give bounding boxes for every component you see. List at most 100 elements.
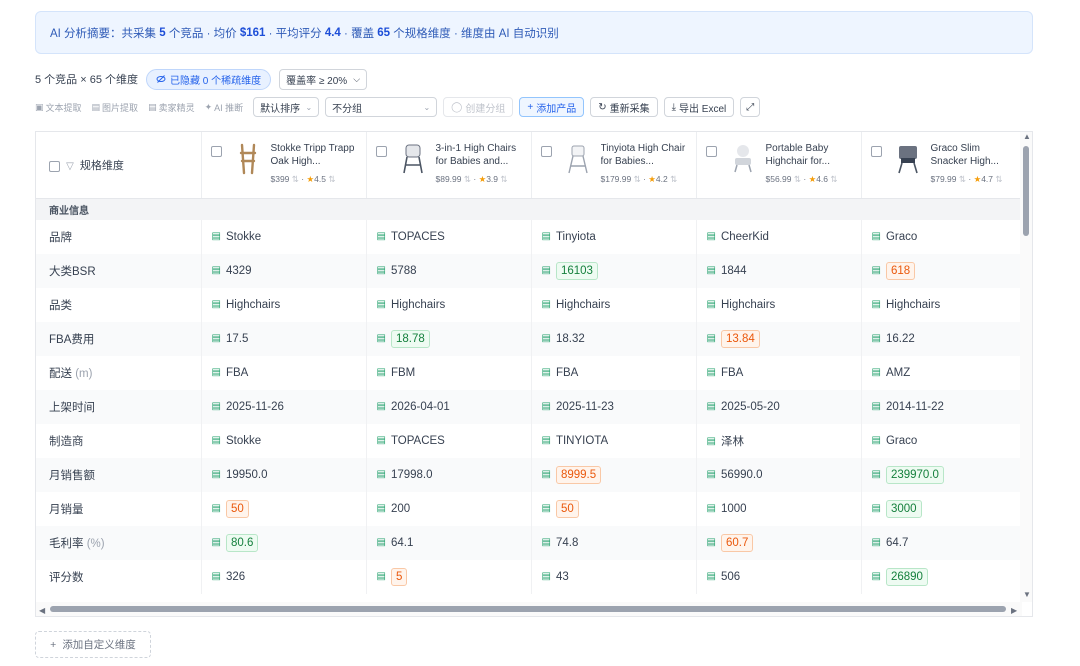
sort-select[interactable]: 默认排序 ⌄ <box>253 97 320 117</box>
value-cell[interactable]: ▤ 2025-11-26 <box>201 389 367 424</box>
value-cell[interactable]: ▤ 74.8 <box>531 525 697 560</box>
value-cell[interactable]: ▤ 16.22 <box>861 321 1023 356</box>
sort-arrows-icon[interactable]: ⇅ <box>634 174 641 184</box>
product-name[interactable]: Stokke Tripp Trapp Oak High... <box>271 142 359 168</box>
value-cell[interactable]: ▤ Graco <box>861 219 1023 254</box>
value-cell[interactable]: ▤ 618 <box>861 253 1023 288</box>
value-cell[interactable]: ▤ 50 <box>531 491 697 526</box>
product-checkbox[interactable] <box>870 146 882 157</box>
value-cell[interactable]: ▤ Highchairs <box>531 287 697 322</box>
value-cell[interactable]: ▤ TINYIOTA <box>531 423 697 458</box>
sort-arrows-icon[interactable]: ⇅ <box>995 174 1002 184</box>
value-cell[interactable]: ▤ 1000 <box>696 491 862 526</box>
value-cell[interactable]: ▤ 18.32 <box>531 321 697 356</box>
value-cell[interactable]: ▤ 3000 <box>861 491 1023 526</box>
value-cell[interactable]: ▤ 17.5 <box>201 321 367 356</box>
sort-arrows-icon[interactable]: ⇅ <box>328 174 335 184</box>
value-cell[interactable]: ▤ 506 <box>696 559 862 594</box>
horizontal-scrollbar-thumb[interactable] <box>50 606 1006 612</box>
value-cell[interactable]: ▤ 2025-11-23 <box>531 389 697 424</box>
value-cell[interactable]: ▤ 50 <box>201 491 367 526</box>
export-excel-button[interactable]: ⤓ 导出 Excel <box>663 97 735 117</box>
product-name[interactable]: Portable Baby Highchair for... <box>766 142 854 168</box>
sort-arrows-icon[interactable]: ⇅ <box>830 174 837 184</box>
product-name[interactable]: Graco Slim Snacker High... <box>931 142 1019 168</box>
value-cell[interactable]: ▤ 64.7 <box>861 525 1023 560</box>
value-cell[interactable]: ▤ 2025-05-20 <box>696 389 862 424</box>
scroll-up-icon[interactable]: ▲ <box>1023 132 1031 141</box>
value-cell[interactable]: ▤ 4329 <box>201 253 367 288</box>
value-cell[interactable]: ▤ 泽林 <box>696 423 862 458</box>
product-meta: $89.99 ⇅ · ★3.9 ⇅ <box>435 174 508 184</box>
product-checkbox[interactable] <box>210 146 222 157</box>
value-cell[interactable]: ▤ TOPACES <box>366 219 532 254</box>
value-cell[interactable]: ▤ FBA <box>696 355 862 390</box>
value-cell[interactable]: ▤ 16103 <box>531 253 697 288</box>
value-cell[interactable]: ▤ 5 <box>366 559 532 594</box>
value-cell[interactable]: ▤ CheerKid <box>696 219 862 254</box>
value-cell[interactable]: ▤ 13.84 <box>696 321 862 356</box>
value-cell[interactable]: ▤ 2026-04-01 <box>366 389 532 424</box>
hidden-sparse-toggle[interactable]: 已隐藏 0 个稀疏维度 <box>146 68 272 90</box>
value-cell[interactable]: ▤ 19950.0 <box>201 457 367 492</box>
value-cell[interactable]: ▤ Highchairs <box>861 287 1023 322</box>
cell-value: Highchairs <box>225 298 281 311</box>
product-name[interactable]: 3-in-1 High Chairs for Babies and... <box>436 142 524 168</box>
sort-arrows-icon[interactable]: ⇅ <box>670 174 677 184</box>
recollect-button[interactable]: ↻ 重新采集 <box>590 97 658 117</box>
value-cell[interactable]: ▤ 26890 <box>861 559 1023 594</box>
scroll-down-icon[interactable]: ▼ <box>1023 590 1031 599</box>
scroll-left-icon[interactable]: ◀ <box>39 606 45 615</box>
value-cell[interactable]: ▤ 2014-11-22 <box>861 389 1023 424</box>
value-cell[interactable]: ▤ 17998.0 <box>366 457 532 492</box>
value-cell[interactable]: ▤ Highchairs <box>366 287 532 322</box>
group-select[interactable]: 不分组 ⌄ <box>325 97 438 117</box>
value-cell[interactable]: ▤ FBA <box>531 355 697 390</box>
value-cell[interactable]: ▤ AMZ <box>861 355 1023 390</box>
toolbar-primary: 5 个竞品 × 65 个维度 已隐藏 0 个稀疏维度 覆盖率 ≥ 20% ⌵ <box>35 68 368 90</box>
vertical-scrollbar-track[interactable]: ▲ ▼ <box>1020 132 1032 602</box>
product-checkbox[interactable] <box>540 146 552 157</box>
value-cell[interactable]: ▤ 60.7 <box>696 525 862 560</box>
add-product-button[interactable]: + 添加产品 <box>519 97 585 117</box>
value-cell[interactable]: ▤ Stokke <box>201 219 367 254</box>
value-cell[interactable]: ▤ 1844 <box>696 253 862 288</box>
sort-arrows-icon[interactable]: ⇅ <box>794 174 801 184</box>
value-cell[interactable]: ▤ 18.78 <box>366 321 532 356</box>
value-cell[interactable]: ▤ Tinyiota <box>531 219 697 254</box>
value-cell[interactable]: ▤ 80.6 <box>201 525 367 560</box>
value-cell[interactable]: ▤ Graco <box>861 423 1023 458</box>
create-group-button[interactable]: ◯ 创建分组 <box>443 97 514 117</box>
value-cell[interactable]: ▤ FBA <box>201 355 367 390</box>
value-cell[interactable]: ▤ Stokke <box>201 423 367 458</box>
product-checkbox[interactable] <box>705 146 717 157</box>
sort-arrows-icon[interactable]: ⇅ <box>292 174 299 184</box>
sort-arrows-icon[interactable]: ⇅ <box>500 174 507 184</box>
value-cell[interactable]: ▤ 64.1 <box>366 525 532 560</box>
value-cell[interactable]: ▤ Highchairs <box>696 287 862 322</box>
vertical-scrollbar-thumb[interactable] <box>1023 146 1029 236</box>
value-cell[interactable]: ▤ 8999.5 <box>531 457 697 492</box>
value-cell[interactable]: ▤ 200 <box>366 491 532 526</box>
value-cell[interactable]: ▤ Highchairs <box>201 287 367 322</box>
value-cell[interactable]: ▤ 326 <box>201 559 367 594</box>
select-all-checkbox[interactable] <box>49 160 60 172</box>
fullscreen-button[interactable]: ⤢ <box>740 97 761 117</box>
value-cell[interactable]: ▤ FBM <box>366 355 532 390</box>
add-custom-dimension-button[interactable]: + 添加自定义维度 <box>35 631 151 658</box>
source-icon: ▤ <box>706 468 716 480</box>
value-cell[interactable]: ▤ 239970.0 <box>861 457 1023 492</box>
coverage-select[interactable]: 覆盖率 ≥ 20% ⌵ <box>279 68 368 90</box>
value-cell[interactable]: ▤ 43 <box>531 559 697 594</box>
summary-prefix: AI 分析摘要：共采集 <box>50 27 157 40</box>
filter-icon[interactable]: ▽ <box>66 161 74 172</box>
product-name[interactable]: Tinyiota High Chair for Babies... <box>601 142 689 168</box>
product-checkbox[interactable] <box>375 146 387 157</box>
value-cell[interactable]: ▤ 5788 <box>366 253 532 288</box>
sort-arrows-icon[interactable]: ⇅ <box>959 174 966 184</box>
scroll-right-icon[interactable]: ▶ <box>1011 606 1017 615</box>
value-cell[interactable]: ▤ TOPACES <box>366 423 532 458</box>
value-cell[interactable]: ▤ 56990.0 <box>696 457 862 492</box>
horizontal-scrollbar-track[interactable]: ◀ ▶ <box>36 602 1022 616</box>
sort-arrows-icon[interactable]: ⇅ <box>464 174 471 184</box>
